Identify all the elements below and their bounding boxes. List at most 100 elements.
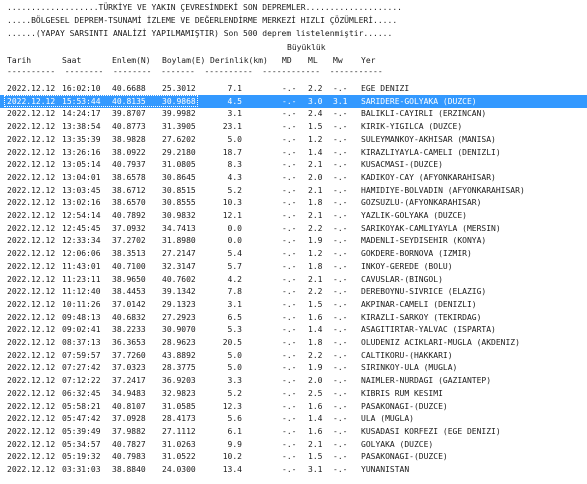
table-row-selected[interactable]: 2022.12.12 15:53:44 40.8135 30.9868 4.5 -.- 3.… <box>0 94 587 108</box>
cell-lon: 27.1112 <box>162 426 196 436</box>
table-row[interactable]: 2022.12.12 07:27:42 37.0323 28.3775 5.0 -.- 1.… <box>0 361 587 374</box>
column-header-ml: ML <box>308 56 318 65</box>
cell-place: ULA (MUGLA) <box>361 414 414 424</box>
cell-ml: 2.2 <box>308 223 323 233</box>
table-row[interactable]: 2022.12.12 12:54:14 40.7892 30.9832 12.1 -.- 2… <box>0 209 587 222</box>
table-row[interactable]: 2022.12.12 12:45:45 37.0932 34.7413 0.0 -.- 2.… <box>0 222 587 235</box>
table-row[interactable]: 2022.12.12 05:34:57 40.7827 31.0263 9.9 -.- 2.… <box>0 438 587 451</box>
cell-md: -.- <box>282 96 297 106</box>
cell-place: EGE DENIZI <box>361 84 410 93</box>
cell-time: 11:23:11 <box>62 274 101 284</box>
table-row[interactable]: 2022.12.12 07:59:57 37.7260 43.8892 5.0 -.- 2.… <box>0 349 587 362</box>
cell-lon: 31.0805 <box>162 160 196 170</box>
cell-ml: 1.5 <box>308 452 323 462</box>
table-row[interactable]: 2022.12.12 13:02:16 38.6570 30.8555 10.3 -.- 1… <box>0 196 587 209</box>
cell-ml: 2.5 <box>308 388 323 398</box>
table-row[interactable]: 2022.12.12 13:05:14 40.7937 31.0805 8.3 -.- 2.… <box>0 158 587 171</box>
table-row[interactable]: 2022.12.12 05:19:32 40.7983 31.0522 10.2 -.- 1… <box>0 450 587 463</box>
table-row[interactable]: 2022.12.12 14:24:17 39.8707 39.9982 3.1 -.- 2.… <box>0 107 587 120</box>
cell-depth: 4.2 <box>227 274 242 284</box>
cell-ml: 1.4 <box>308 325 323 335</box>
cell-place: SIRINKOY-ULA (MUGLA) <box>361 363 458 373</box>
cell-lat: 40.7827 <box>112 439 146 449</box>
table-row[interactable]: 2022.12.12 11:43:01 40.7100 32.3147 5.7 -.- 1.… <box>0 260 587 273</box>
cell-lat: 40.8135 <box>112 96 146 106</box>
table-row[interactable]: 2022.12.12 06:32:45 34.9483 32.9823 5.2 -.- 2.… <box>0 387 587 400</box>
cell-time: 14:24:17 <box>62 109 101 119</box>
cell-depth: 9.9 <box>227 439 242 449</box>
cell-lon: 27.2147 <box>162 249 196 259</box>
cell-md: -.- <box>282 452 297 462</box>
cell-lat: 38.9650 <box>112 274 146 284</box>
table-row[interactable]: 2022.12.12 13:03:45 38.6712 30.8515 5.2 -.- 2.… <box>0 184 587 197</box>
cell-date: 2022.12.12 <box>7 236 56 246</box>
cell-md: -.- <box>282 109 297 119</box>
cell-lon: 43.8892 <box>162 350 196 360</box>
cell-md: -.- <box>282 84 297 93</box>
cell-lat: 37.0323 <box>112 363 146 373</box>
cell-lat: 40.6832 <box>112 312 146 322</box>
cell-time: 11:12:40 <box>62 287 101 297</box>
cell-time: 05:47:42 <box>62 414 101 424</box>
cell-lon: 28.3775 <box>162 363 196 373</box>
cell-md: -.- <box>282 350 297 360</box>
cell-lat: 38.6578 <box>112 172 146 182</box>
table-row[interactable]: 2022.12.12 12:33:34 37.2702 31.8980 0.0 -.- 1.… <box>0 234 587 247</box>
table-row[interactable]: 2022.12.12 09:02:41 38.2233 30.9070 5.3 -.- 1.… <box>0 323 587 336</box>
cell-lon: 39.1342 <box>162 287 196 297</box>
cell-time: 16:02:10 <box>62 84 101 93</box>
cell-ml: 2.0 <box>308 376 323 386</box>
cell-lat: 40.7892 <box>112 211 146 220</box>
cell-ml: 2.0 <box>308 172 323 182</box>
cell-lat: 40.6688 <box>112 84 146 93</box>
column-header-mw: Mw <box>333 56 343 65</box>
table-row[interactable]: 2022.12.12 12:06:06 38.3513 27.2147 5.4 -.- 1.… <box>0 247 587 260</box>
table-row[interactable]: 2022.12.12 09:48:13 40.6832 27.2923 6.5 -.- 1.… <box>0 311 587 324</box>
table-row[interactable]: 2022.12.12 11:23:11 38.9650 40.7602 4.2 -.- 2.… <box>0 273 587 286</box>
table-row[interactable]: 2022.12.12 05:58:21 40.8107 31.0585 12.3 -.- 1… <box>0 400 587 413</box>
cell-mw: -.- <box>333 439 348 449</box>
cell-date: 2022.12.12 <box>7 426 56 436</box>
table-row[interactable]: 2022.12.12 10:11:26 37.0142 29.1323 3.1 -.- 1.… <box>0 298 587 311</box>
table-row[interactable]: 2022.12.12 13:38:54 40.8773 31.3905 23.1 -.- 1… <box>0 120 587 133</box>
table-row[interactable]: 2022.12.12 11:12:40 38.4453 39.1342 7.8 -.- 2.… <box>0 285 587 298</box>
table-row[interactable]: 2022.12.12 05:39:49 37.9882 27.1112 6.1 -.- 1.… <box>0 425 587 438</box>
cell-lat: 40.7100 <box>112 261 146 271</box>
table-row[interactable]: 2022.12.12 08:37:13 36.3653 28.9623 20.5 -.- 1… <box>0 336 587 349</box>
cell-lon: 29.1323 <box>162 299 196 309</box>
cell-md: -.- <box>282 376 297 386</box>
cell-date: 2022.12.12 <box>7 452 56 462</box>
cell-time: 15:53:44 <box>62 96 101 106</box>
cell-depth: 5.6 <box>227 414 242 424</box>
cell-ml: 1.6 <box>308 312 323 322</box>
cell-mw: -.- <box>333 109 348 119</box>
cell-depth: 3.3 <box>227 376 242 386</box>
table-row[interactable]: 2022.12.12 05:47:42 37.0928 28.4173 5.6 -.- 1.… <box>0 412 587 425</box>
cell-place: AKPINAR-CAMELI (DENIZLI) <box>361 299 477 309</box>
cell-place: INKOY-GEREDE (BOLU) <box>361 261 453 271</box>
table-row[interactable]: 2022.12.12 03:31:03 38.8840 24.0300 13.4 -.- 3… <box>0 463 587 476</box>
cell-ml: 2.1 <box>308 211 323 220</box>
cell-time: 12:33:34 <box>62 236 101 246</box>
cell-date: 2022.12.12 <box>7 122 56 132</box>
cell-lon: 27.2923 <box>162 312 196 322</box>
cell-depth: 7.8 <box>227 287 242 297</box>
cell-mw: -.- <box>333 350 348 360</box>
cell-md: -.- <box>282 287 297 297</box>
table-row[interactable]: 2022.12.12 07:12:22 37.2417 36.9203 3.3 -.- 2.… <box>0 374 587 387</box>
cell-lat: 38.9828 <box>112 134 146 144</box>
cell-place: YUNANISTAN <box>361 465 410 474</box>
cell-place: BALIKLI-CAYIRLI (ERZINCAN) <box>361 109 487 119</box>
cell-depth: 12.1 <box>222 211 242 220</box>
cell-lon: 28.9623 <box>162 338 196 347</box>
table-row[interactable]: 2022.12.12 13:26:16 38.0922 29.2180 18.7 -.- 1… <box>0 146 587 159</box>
table-row[interactable]: 2022.12.12 13:04:01 38.6578 30.8645 4.3 -.- 2.… <box>0 171 587 184</box>
cell-md: -.- <box>282 388 297 398</box>
cell-ml: 2.4 <box>308 109 323 119</box>
cell-depth: 5.2 <box>227 185 242 195</box>
table-row[interactable]: 2022.12.12 13:35:39 38.9828 27.6202 5.0 -.- 1.… <box>0 133 587 146</box>
cell-depth: 3.1 <box>227 109 242 119</box>
table-row[interactable]: 2022.12.12 16:02:10 40.6688 25.3012 7.1 -.- 2.… <box>0 82 587 95</box>
cell-time: 13:38:54 <box>62 122 101 132</box>
cell-time: 06:32:45 <box>62 388 101 398</box>
